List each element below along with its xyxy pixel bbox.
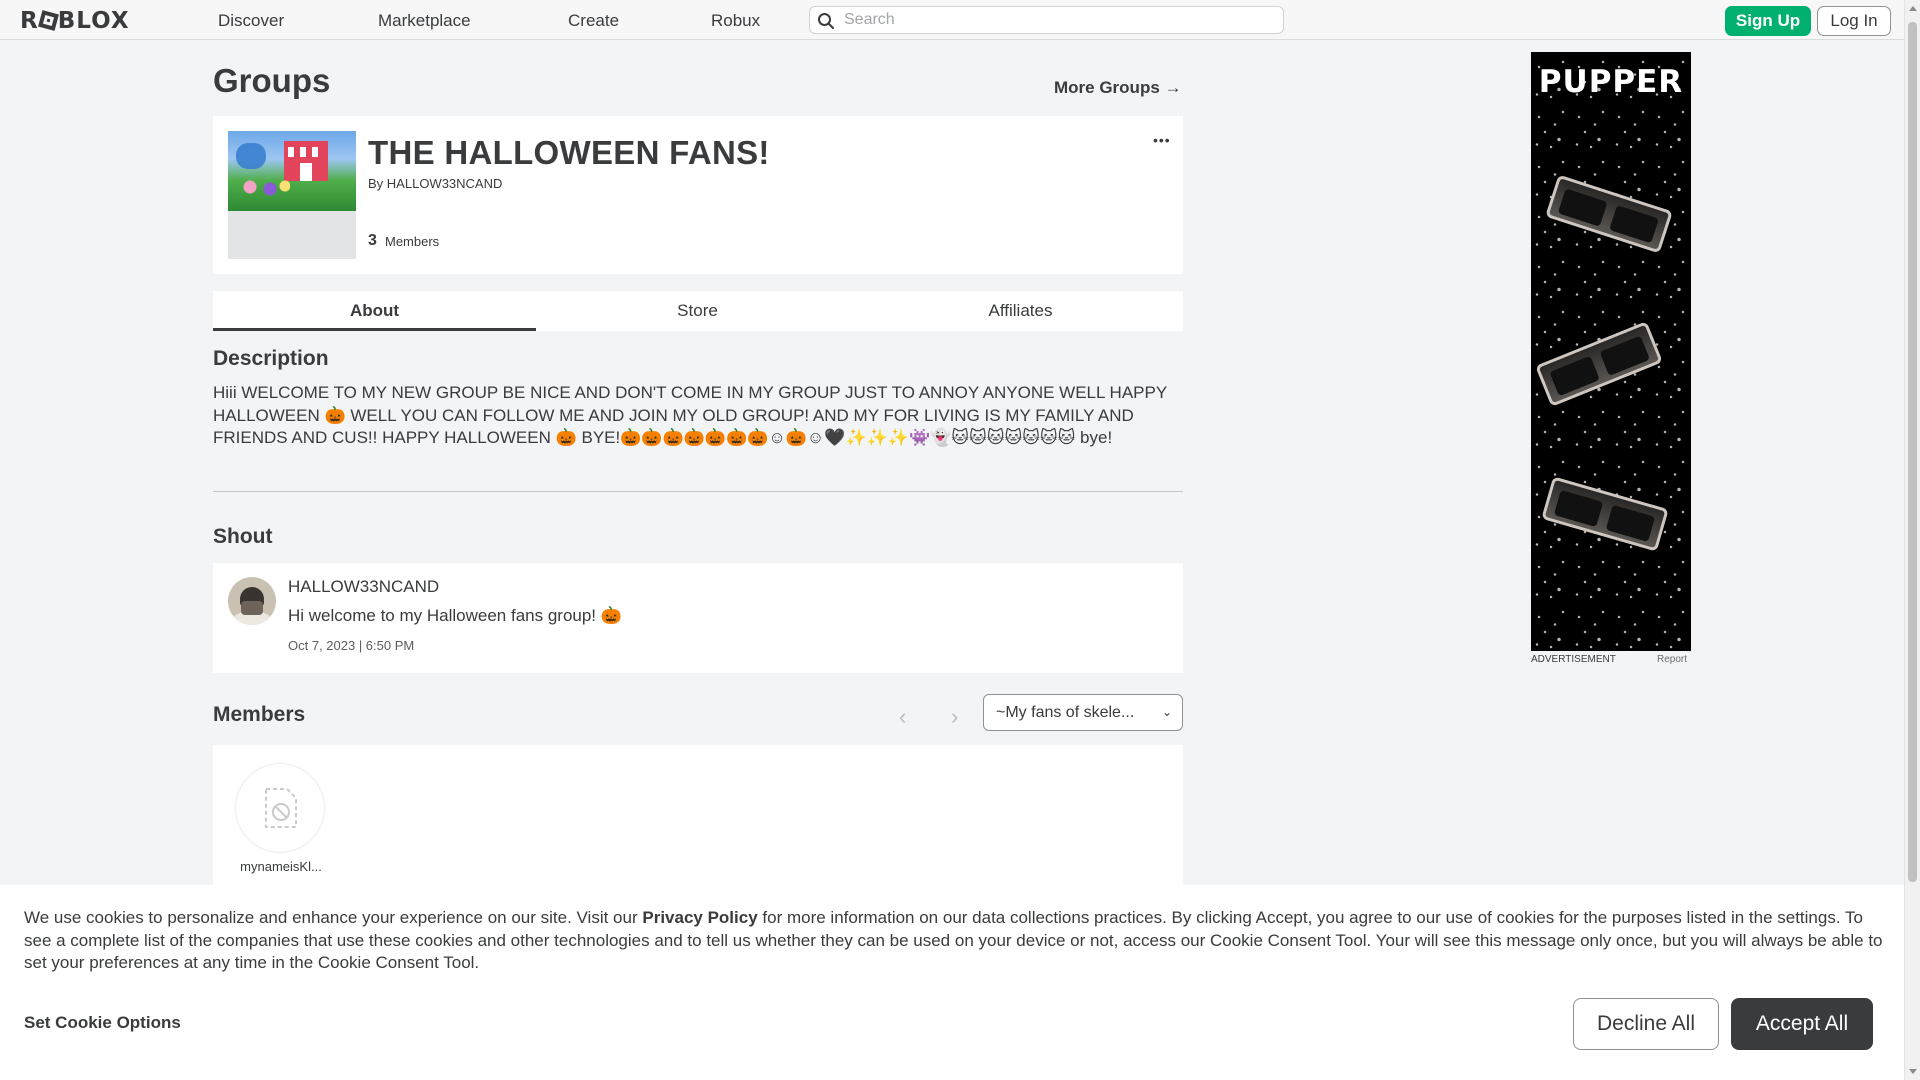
tab-store[interactable]: Store — [536, 291, 859, 331]
role-selected-value: ~My fans of skele... — [996, 704, 1135, 721]
search-input[interactable] — [844, 10, 1274, 30]
cookie-banner: We use cookies to personalize and enhanc… — [0, 885, 1904, 1080]
chevron-left-icon[interactable]: ‹ — [899, 704, 906, 730]
advertisement[interactable]: PUPPER — [1531, 52, 1691, 651]
search-icon — [818, 13, 834, 29]
nav-create[interactable]: Create — [568, 11, 619, 31]
group-header-card: THE HALLOWEEN FANS! By HALLOW33NCAND 3 M… — [213, 116, 1183, 274]
unavailable-image-icon — [265, 788, 297, 828]
scroll-up-arrow-icon[interactable] — [1909, 6, 1917, 11]
roblox-logo[interactable]: R BLOX — [20, 8, 130, 34]
member-count: 3 — [368, 232, 377, 249]
members-card: mynameisKl... — [213, 745, 1183, 885]
section-divider — [213, 491, 1183, 492]
member-count-label: Members — [385, 234, 440, 249]
tab-affiliates[interactable]: Affiliates — [859, 291, 1182, 331]
shout-timestamp: Oct 7, 2023 | 6:50 PM — [288, 638, 415, 653]
group-name: THE HALLOWEEN FANS! — [368, 134, 770, 171]
role-dropdown[interactable]: ~My fans of skele... ⌄ — [983, 694, 1183, 731]
accept-all-button[interactable]: Accept All — [1731, 998, 1873, 1050]
chevron-right-icon[interactable]: › — [951, 704, 958, 730]
owner-prefix: By — [368, 176, 384, 191]
members-title: Members — [213, 703, 306, 726]
tab-about[interactable]: About — [213, 291, 536, 331]
page-scrollbar[interactable] — [1904, 0, 1920, 1080]
cookie-message: We use cookies to personalize and enhanc… — [24, 907, 1884, 975]
log-in-button[interactable]: Log In — [1817, 6, 1891, 36]
chevron-down-icon: ⌄ — [1161, 705, 1172, 719]
scroll-down-arrow-icon[interactable] — [1909, 1069, 1917, 1074]
ad-brand: PUPPER — [1538, 64, 1684, 100]
shout-author[interactable]: HALLOW33NCAND — [288, 577, 439, 597]
nav-marketplace[interactable]: Marketplace — [378, 11, 471, 31]
member-avatar[interactable] — [235, 763, 325, 853]
group-thumbnail — [228, 131, 356, 259]
description-title: Description — [213, 347, 329, 370]
privacy-policy-link[interactable]: Privacy Policy — [642, 908, 757, 927]
description-text: Hiii WELCOME TO MY NEW GROUP BE NICE AND… — [213, 383, 1167, 447]
page-title: Groups — [213, 62, 331, 99]
more-options-icon[interactable]: ••• — [1153, 132, 1171, 148]
ad-report-link[interactable]: Report — [1657, 654, 1687, 665]
nav-robux[interactable]: Robux — [711, 11, 760, 31]
shout-title: Shout — [213, 525, 273, 548]
cookie-text-before: We use cookies to personalize and enhanc… — [24, 908, 643, 927]
avatar[interactable] — [228, 577, 276, 625]
ad-caption: ADVERTISEMENT — [1531, 654, 1616, 665]
group-tabs: About Store Affiliates — [213, 291, 1183, 331]
set-cookie-options-link[interactable]: Set Cookie Options — [24, 1013, 181, 1033]
top-nav-bar: R BLOX Discover Marketplace Create Robux … — [0, 0, 1904, 40]
decline-all-button[interactable]: Decline All — [1573, 998, 1719, 1050]
nav-discover[interactable]: Discover — [218, 11, 284, 31]
group-owner-line: By HALLOW33NCAND — [368, 176, 502, 191]
sign-up-button[interactable]: Sign Up — [1725, 6, 1811, 36]
more-groups-link[interactable]: More Groups → — [1054, 78, 1182, 98]
scrollbar-thumb[interactable] — [1908, 22, 1917, 882]
member-name[interactable]: mynameisKl... — [235, 859, 327, 874]
shout-card: HALLOW33NCAND Hi welcome to my Halloween… — [213, 563, 1183, 673]
owner-link[interactable]: HALLOW33NCAND — [387, 176, 503, 191]
search-box[interactable] — [809, 6, 1284, 34]
shout-body: Hi welcome to my Halloween fans group! 🎃 — [288, 606, 622, 625]
